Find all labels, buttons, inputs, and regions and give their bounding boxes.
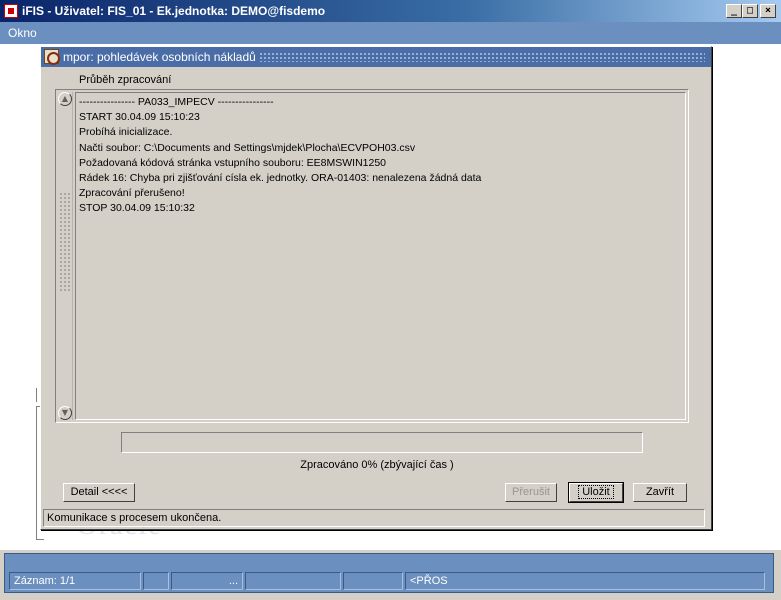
save-button[interactable]: Uložit [568,482,624,503]
save-button-label: Uložit [578,485,614,499]
log-line: Požadovaná kódová stránka vstupního soub… [79,156,387,169]
import-dialog: mpor: pohledávek osobních nákladů Průběh… [40,46,712,530]
log-line: Rádek 16: Chyba pri zjišťování císla ek.… [79,172,482,185]
dialog-status-message: Komunikace s procesem ukončena. [43,509,705,527]
log-line: START 30.04.09 15:10:23 [79,111,200,124]
progress-bar [121,432,643,453]
log-line: Probíhá inicializace. [79,126,173,139]
dialog-title: mpor: pohledávek osobních nákladů [63,50,256,64]
log-panel: ▲ ▼ ---------------- PA033_IMPECV ------… [55,89,689,423]
log-line: ---------------- PA033_IMPECV ----------… [79,96,274,108]
status-cell-3: ... [171,572,243,590]
status-cell-2 [143,572,169,590]
log-text-area[interactable]: ---------------- PA033_IMPECV ----------… [75,92,686,420]
mode-indicator: <PŘOS [405,572,765,590]
scroll-down-icon[interactable]: ▼ [58,406,72,420]
status-cell-5 [343,572,403,590]
title-drag-grip[interactable] [259,52,705,62]
interrupt-button[interactable]: Přerušit [505,483,557,502]
minimize-button[interactable]: _ [726,4,742,18]
menu-okno[interactable]: Okno [8,26,37,40]
log-line: Zpracování přerušeno! [79,187,185,200]
window-title-bar[interactable]: iFIS - Uživatel: FIS_01 - Ek.jednotka: D… [0,0,781,22]
close-button[interactable]: Zavřít [633,483,687,502]
dialog-icon [44,49,60,65]
detail-button[interactable]: Detail <<<< [63,483,135,502]
scroll-up-icon[interactable]: ▲ [58,92,72,106]
app-icon[interactable] [4,4,18,18]
log-line: Načti soubor: C:\Documents and Settings\… [79,141,416,154]
record-indicator: Záznam: 1/1 [9,572,141,590]
dialog-title-bar[interactable]: mpor: pohledávek osobních nákladů [41,47,711,67]
workspace-divider [36,388,37,402]
window-title: iFIS - Uživatel: FIS_01 - Ek.jednotka: D… [22,4,326,18]
log-scrollbar[interactable]: ▲ ▼ [58,92,73,420]
progress-label: Zpracováno 0% (zbývající čas ) [300,459,454,471]
status-cell-4 [245,572,341,590]
scroll-thumb[interactable] [59,192,71,292]
maximize-button[interactable]: □ [742,4,758,18]
menu-bar: Okno [0,22,781,44]
log-line: STOP 30.04.09 15:10:32 [79,202,195,215]
status-bar: Záznam: 1/1 ... <PŘOS [4,553,774,593]
section-label: Průběh zpracování [79,74,172,86]
close-window-button[interactable]: × [760,4,776,18]
